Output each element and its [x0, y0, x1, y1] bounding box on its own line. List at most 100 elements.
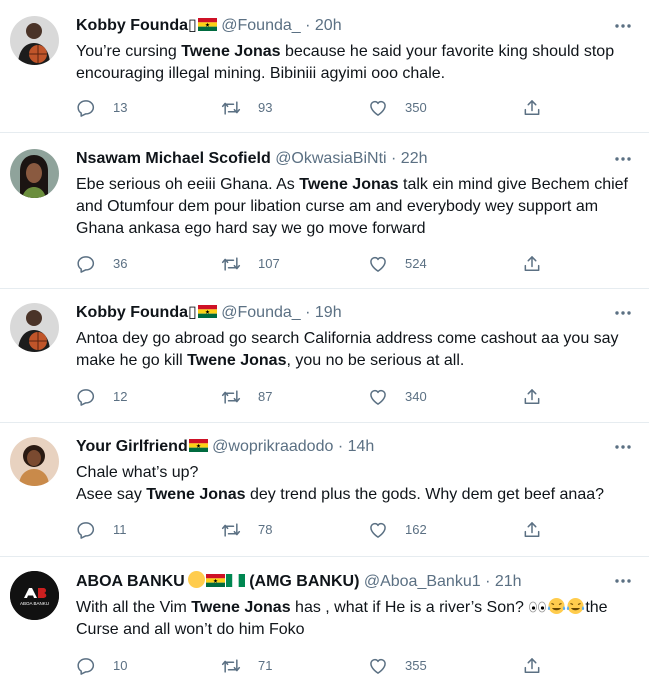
tweet[interactable]: Kobby Founda▯ @Founda_ · 20h You’re curs…	[0, 0, 649, 133]
retweet-button[interactable]: 93	[221, 98, 272, 118]
separator: ·	[337, 438, 344, 455]
timestamp[interactable]: 21h	[495, 573, 522, 590]
retweet-button[interactable]: 71	[221, 656, 272, 676]
avatar[interactable]	[10, 149, 59, 198]
tweet[interactable]: ABOA BANKU ABOA BANKU (AMG BANKU) @Aboa_…	[0, 557, 649, 684]
reply-icon	[76, 656, 96, 676]
author-handle[interactable]: @OkwasiaBiNti	[275, 150, 386, 167]
timestamp[interactable]: 19h	[315, 304, 342, 321]
ghana-flag-icon	[198, 18, 217, 31]
retweet-count: 71	[258, 658, 273, 673]
like-count: 524	[405, 256, 427, 271]
tweet[interactable]: Nsawam Michael Scofield @OkwasiaBiNti · …	[0, 133, 649, 289]
retweet-icon	[221, 98, 241, 118]
author-handle[interactable]: @woprikraadodo	[212, 438, 333, 455]
like-button[interactable]: 340	[368, 387, 427, 407]
like-count: 355	[405, 658, 427, 673]
reply-count: 10	[113, 658, 128, 673]
author-name[interactable]: Nsawam Michael Scofield	[76, 150, 271, 167]
share-icon	[522, 387, 542, 407]
tweet[interactable]: Your Girlfriend @woprikraadodo · 14h Cha…	[0, 423, 649, 557]
author-name[interactable]: Your Girlfriend	[76, 438, 188, 455]
timestamp[interactable]: 22h	[401, 150, 428, 167]
reply-icon	[76, 387, 96, 407]
retweet-icon	[221, 656, 241, 676]
avatar[interactable]: ABOA BANKU	[10, 571, 59, 620]
avatar[interactable]	[10, 16, 59, 65]
author-name[interactable]: Kobby Founda▯	[76, 17, 197, 34]
retweet-icon	[221, 520, 241, 540]
share-button[interactable]	[522, 520, 542, 540]
nigeria-flag-icon	[226, 574, 245, 587]
retweet-button[interactable]: 107	[221, 254, 280, 274]
tweet-header: Kobby Founda▯ @Founda_ · 19h	[76, 303, 599, 323]
more-icon[interactable]	[613, 571, 633, 591]
tweet[interactable]: Kobby Founda▯ @Founda_ · 19h Antoa dey g…	[0, 289, 649, 423]
tweet-text: Chale what’s up? Asee say Twene Jonas dey…	[76, 462, 637, 506]
reply-button[interactable]: 36	[76, 254, 127, 274]
keyword-highlight: Twene Jonas	[299, 176, 399, 193]
reply-icon	[76, 254, 96, 274]
text-part: , you no be serious at all.	[286, 352, 465, 369]
share-button[interactable]	[522, 254, 542, 274]
retweet-count: 87	[258, 389, 273, 404]
text-part: Ebe serious oh eeiii Ghana. As	[76, 176, 300, 193]
more-icon[interactable]	[613, 437, 633, 457]
like-icon	[368, 387, 388, 407]
timestamp[interactable]: 14h	[348, 438, 375, 455]
tweet-text: Ebe serious oh eeiii Ghana. As Twene Jon…	[76, 174, 637, 240]
text-part: With all the Vim	[76, 599, 192, 616]
share-icon	[522, 98, 542, 118]
like-icon	[368, 520, 388, 540]
tweet-actions: 13 93 350	[76, 98, 546, 118]
keyword-highlight: Twene Jonas	[191, 599, 291, 616]
retweet-count: 78	[258, 522, 273, 537]
tears-of-joy-icon	[567, 598, 585, 614]
reply-button[interactable]: 11	[76, 520, 127, 540]
author-name[interactable]: ABOA BANKU	[76, 573, 185, 590]
retweet-button[interactable]: 87	[221, 387, 272, 407]
author-handle[interactable]: @Aboa_Banku1	[364, 573, 481, 590]
avatar[interactable]	[10, 303, 59, 352]
share-button[interactable]	[522, 387, 542, 407]
tweet-actions: 10 71 355	[76, 656, 546, 676]
more-icon[interactable]	[613, 149, 633, 169]
more-icon[interactable]	[613, 16, 633, 36]
reply-button[interactable]: 12	[76, 387, 127, 407]
like-button[interactable]: 350	[368, 98, 427, 118]
tears-of-joy-icon	[548, 598, 566, 614]
reply-count: 11	[113, 522, 127, 537]
like-button[interactable]: 355	[368, 656, 427, 676]
avatar[interactable]	[10, 437, 59, 486]
author-handle[interactable]: @Founda_	[221, 17, 300, 34]
author-name[interactable]: Kobby Founda▯	[76, 304, 197, 321]
ghana-flag-icon	[206, 574, 225, 587]
keyword-highlight: Twene Jonas	[146, 486, 246, 503]
separator: ·	[305, 304, 311, 321]
retweet-icon	[221, 254, 241, 274]
separator: ·	[391, 150, 397, 167]
text-part: dey trend plus the gods. Why dem get bee…	[245, 486, 605, 503]
text-part: has , what if He is a river’s Son?	[290, 599, 529, 616]
tweet-feed: Kobby Founda▯ @Founda_ · 20h You’re curs…	[0, 0, 649, 684]
tweet-header: Nsawam Michael Scofield @OkwasiaBiNti · …	[76, 149, 599, 169]
keyword-highlight: Twene Jonas	[181, 43, 281, 60]
share-button[interactable]	[522, 656, 542, 676]
more-icon[interactable]	[613, 303, 633, 323]
reply-button[interactable]: 13	[76, 98, 127, 118]
like-button[interactable]: 524	[368, 254, 427, 274]
tweet-actions: 11 78 162	[76, 520, 546, 540]
author-name-suffix[interactable]: (AMG BANKU)	[249, 573, 359, 590]
retweet-icon	[221, 387, 241, 407]
reply-count: 36	[113, 256, 128, 271]
tweet-header: Your Girlfriend @woprikraadodo · 14h	[76, 437, 599, 457]
author-handle[interactable]: @Founda_	[221, 304, 300, 321]
share-icon	[522, 520, 542, 540]
timestamp[interactable]: 20h	[315, 17, 342, 34]
reply-button[interactable]: 10	[76, 656, 127, 676]
share-button[interactable]	[522, 98, 542, 118]
share-icon	[522, 656, 542, 676]
retweet-button[interactable]: 78	[221, 520, 272, 540]
eyes-icon	[529, 601, 547, 613]
like-button[interactable]: 162	[368, 520, 427, 540]
